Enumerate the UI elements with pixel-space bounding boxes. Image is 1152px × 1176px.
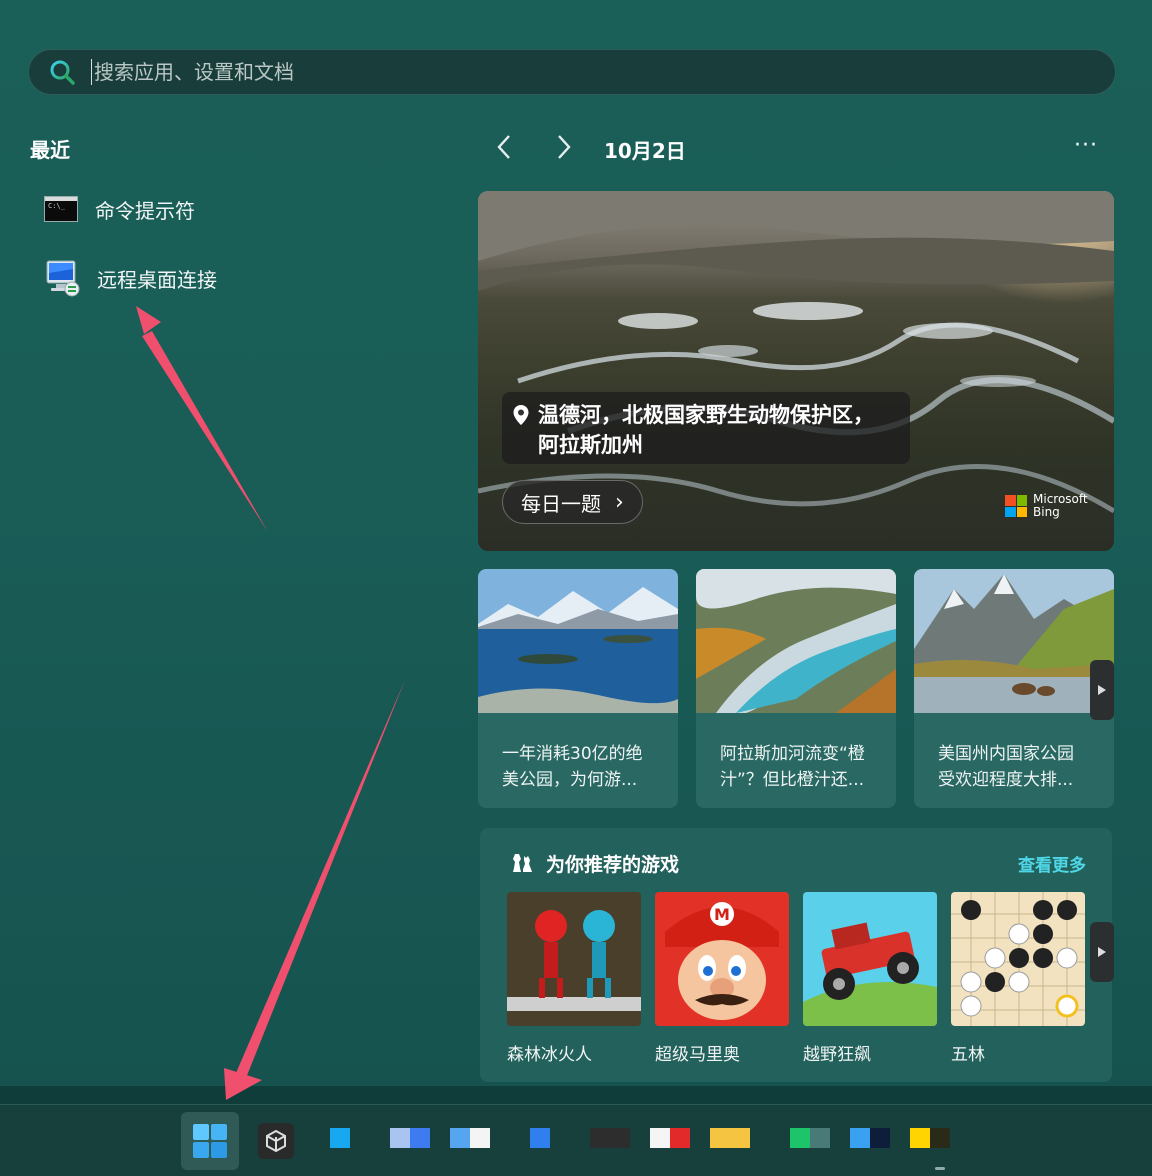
command-prompt-icon <box>44 196 78 222</box>
taskbar-app[interactable] <box>390 1128 430 1148</box>
taskbar-app[interactable] <box>790 1128 830 1148</box>
taskbar <box>0 1104 1152 1176</box>
news-card[interactable]: 美国州内国家公园 受欢迎程度大排... <box>914 569 1114 808</box>
taskbar-app[interactable] <box>910 1128 950 1148</box>
news-image <box>914 569 1114 713</box>
search-icon <box>50 60 75 85</box>
microsoft-bing-logo: Microsoft Bing <box>1005 493 1088 519</box>
recent-item-remote-desktop[interactable]: 远程桌面连接 <box>44 258 217 298</box>
taskbar-app[interactable] <box>710 1128 750 1148</box>
news-title-line: 美公园，为何游... <box>502 770 638 790</box>
news-image <box>696 569 896 714</box>
taskbar-app[interactable] <box>330 1128 350 1148</box>
game-item[interactable]: 越野狂飙 <box>803 892 937 1065</box>
taskbar-app[interactable] <box>850 1128 890 1148</box>
cube-app-icon <box>266 1129 286 1153</box>
taskbar-app[interactable] <box>590 1128 630 1148</box>
location-caption: 温德河，北极国家野生动物保护区， 阿拉斯加州 <box>502 392 910 464</box>
daily-picture-card[interactable]: 温德河，北极国家野生动物保护区， 阿拉斯加州 每日一题 › Microsoft … <box>478 191 1114 551</box>
location-pin-icon <box>513 405 529 425</box>
start-button[interactable] <box>181 1112 239 1170</box>
daily-quiz-button[interactable]: 每日一题 › <box>502 480 643 524</box>
games-heading: 为你推荐的游戏 <box>546 854 680 876</box>
news-card[interactable]: 一年消耗30亿的绝 美公园，为何游... <box>478 569 678 808</box>
taskbar-app[interactable] <box>650 1128 690 1148</box>
game-thumbnail <box>951 892 1085 1026</box>
news-title-line: 汁”？但比橙汁还... <box>720 770 865 790</box>
chess-pieces-icon <box>513 854 532 872</box>
windows-logo-icon <box>193 1124 227 1158</box>
feed-date: 10月2日 <box>604 139 686 163</box>
game-thumbnail <box>507 892 641 1026</box>
taskbar-app[interactable] <box>530 1128 550 1148</box>
chevron-left-icon <box>497 135 510 159</box>
news-title-line: 美国州内国家公园 <box>938 744 1074 764</box>
play-right-icon <box>1098 685 1106 695</box>
chevron-right-icon: › <box>615 489 624 515</box>
remote-desktop-icon <box>46 260 80 297</box>
location-line: 阿拉斯加州 <box>538 433 643 457</box>
recent-item-command-prompt[interactable]: 命令提示符 <box>44 189 195 229</box>
game-item[interactable]: 森林冰火人 <box>507 892 641 1065</box>
microsoft-logo-icon <box>1005 495 1027 517</box>
more-options-button[interactable]: ··· <box>1074 133 1098 158</box>
game-thumbnail <box>803 892 937 1026</box>
recent-item-label: 命令提示符 <box>95 198 195 223</box>
games-scroll-right-button[interactable] <box>1090 922 1114 982</box>
game-name: 超级马里奥 <box>655 1045 740 1065</box>
news-card[interactable]: 阿拉斯加河流变“橙 汁”？但比橙汁还... <box>696 569 896 808</box>
game-name: 五林 <box>951 1045 985 1065</box>
taskbar-app[interactable] <box>258 1123 294 1159</box>
search-box[interactable] <box>28 49 1116 95</box>
taskbar-app[interactable] <box>450 1128 490 1148</box>
see-more-link[interactable]: 查看更多 <box>1018 851 1086 876</box>
game-name: 越野狂飙 <box>803 1045 871 1065</box>
brand-text: Bing <box>1033 505 1060 519</box>
chevron-right-icon <box>558 135 571 159</box>
svg-text:M: M <box>714 905 730 924</box>
news-title-line: 阿拉斯加河流变“橙 <box>720 744 865 764</box>
next-day-button[interactable] <box>549 131 579 163</box>
running-indicator <box>935 1167 945 1170</box>
news-title-line: 受欢迎程度大排... <box>938 770 1074 790</box>
recent-item-label: 远程桌面连接 <box>97 267 217 292</box>
previous-day-button[interactable] <box>489 131 519 163</box>
news-scroll-right-button[interactable] <box>1090 660 1114 720</box>
game-item[interactable]: 五林 <box>951 892 1085 1065</box>
recent-heading: 最近 <box>30 138 70 162</box>
daily-quiz-label: 每日一题 <box>521 491 601 516</box>
search-input[interactable] <box>92 50 1115 94</box>
start-menu: 最近 命令提示符 远程桌面连接 10月2日 ··· <box>0 0 1152 1086</box>
game-item[interactable]: M 超级马里奥 <box>655 892 789 1065</box>
recommended-games-panel: 为你推荐的游戏 查看更多 森林冰火人 M 超级马里奥 越野狂飙 五林 <box>480 828 1112 1082</box>
news-image <box>478 569 678 713</box>
game-thumbnail: M <box>655 892 789 1026</box>
play-right-icon <box>1098 947 1106 957</box>
game-name: 森林冰火人 <box>507 1045 592 1065</box>
news-title-line: 一年消耗30亿的绝 <box>502 744 643 764</box>
location-line: 温德河，北极国家野生动物保护区， <box>538 403 874 427</box>
